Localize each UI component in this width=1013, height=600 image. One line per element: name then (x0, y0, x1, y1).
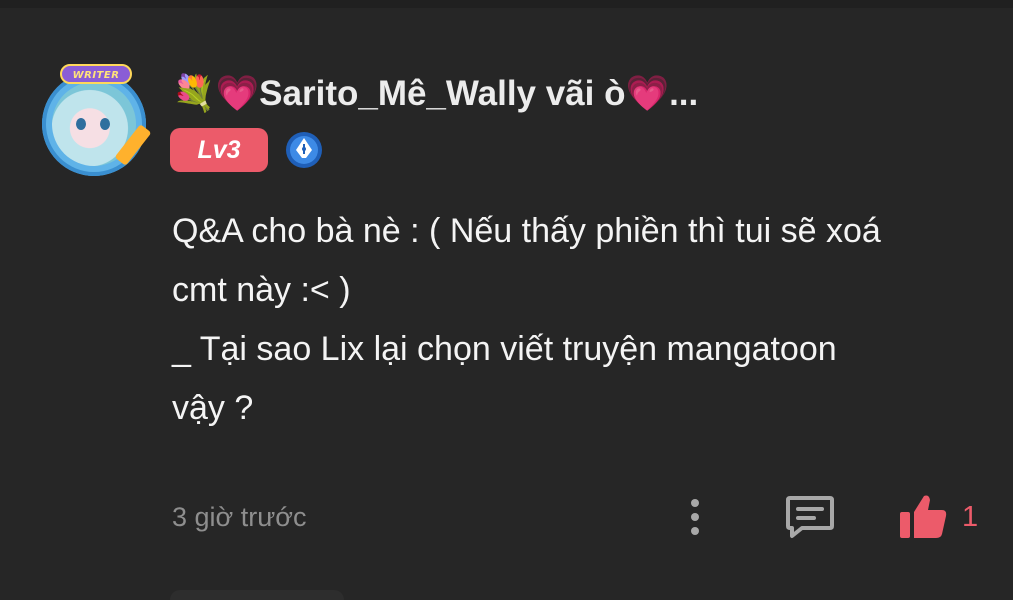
comment-line: vậy ? (172, 389, 254, 427)
comment-item: WRITER 💐💗Sarito_Mê_Wally vãi ò💗... Lv3 Q… (0, 0, 1013, 600)
username[interactable]: 💐💗Sarito_Mê_Wally vãi ò💗... (172, 70, 698, 118)
more-options-button[interactable] (676, 494, 714, 540)
avatar-writer-badge: WRITER (60, 64, 132, 84)
avatar[interactable]: WRITER (34, 64, 158, 176)
level-badge: Lv3 (170, 128, 268, 172)
comment-line: _ Tại sao Lix lại chọn viết truyện manga… (172, 330, 837, 368)
like-button[interactable]: 1 (896, 492, 996, 542)
like-count: 1 (962, 501, 979, 533)
next-comment-edge (170, 590, 344, 600)
timestamp: 3 giờ trước (172, 502, 307, 532)
thumbs-up-icon (900, 495, 947, 538)
comment-line: cmt này :< ) (172, 271, 351, 309)
avatar-eye-left (76, 118, 86, 130)
more-vertical-icon (691, 499, 699, 535)
comment-icon (786, 496, 834, 538)
avatar-eye-right (100, 118, 110, 130)
avatar-image (42, 72, 146, 176)
comment-text: Q&A cho bà nè : ( Nếu thấy phiền thì tui… (172, 202, 992, 438)
pen-nib-icon (286, 132, 322, 168)
reply-button[interactable] (784, 492, 836, 542)
comment-footer: 3 giờ trước 1 (0, 492, 1013, 542)
comment-line: Q&A cho bà nè : ( Nếu thấy phiền thì tui… (172, 212, 881, 250)
